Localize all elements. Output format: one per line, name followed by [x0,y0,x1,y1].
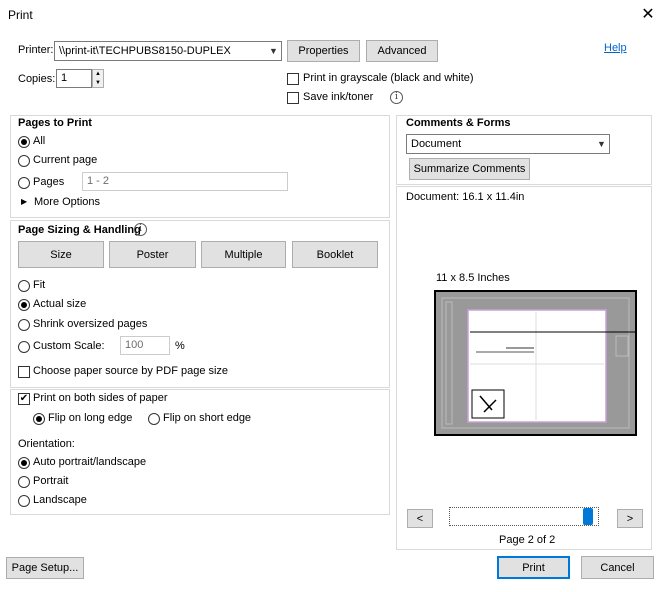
title-bar [0,0,661,30]
window-title: Print [8,8,33,22]
auto-orientation-label: Auto portrait/landscape [33,456,147,468]
portrait-label: Portrait [33,475,69,487]
both-sides-checkbox[interactable]: ✔ [18,393,30,405]
percent-label: % [175,340,185,352]
expand-arrow-icon[interactable]: ▶ [21,197,27,206]
landscape-label: Landscape [33,494,87,506]
page-preview [434,290,637,436]
short-edge-label: Flip on short edge [163,412,252,424]
document-size-label: Document: 16.1 x 11.4in [406,191,525,203]
close-icon[interactable]: ✕ [638,5,658,25]
portrait-radio[interactable] [18,476,30,488]
both-sides-label: Print on both sides of paper [33,392,168,404]
page-preview-graphic [441,297,635,429]
chevron-up-icon[interactable]: ▲ [93,70,103,79]
pages-range-label: Pages [33,176,65,188]
orientation-heading: Orientation: [18,438,75,450]
properties-button[interactable]: Properties [287,40,360,62]
tab-size[interactable]: Size [18,241,104,268]
printer-select-value: \\print-it\TECHPUBS8150-DUPLEX [59,45,231,57]
pages-range-radio[interactable] [18,177,30,189]
print-button[interactable]: Print [497,556,570,579]
tab-booklet[interactable]: Booklet [292,241,378,268]
copies-stepper[interactable]: ▲ ▼ [92,69,104,88]
landscape-radio[interactable] [18,495,30,507]
prev-page-button[interactable]: < [407,509,433,528]
pages-range-input[interactable]: 1 - 2 [82,172,288,191]
shrink-radio[interactable] [18,319,30,331]
paper-size-label: 11 x 8.5 Inches [436,272,510,284]
tab-multiple[interactable]: Multiple [201,241,286,268]
shrink-label: Shrink oversized pages [33,318,148,330]
help-link[interactable]: Help [604,42,627,54]
pages-all-radio[interactable] [18,136,30,148]
grayscale-checkbox[interactable] [287,73,299,85]
paper-source-label: Choose paper source by PDF page size [33,365,229,377]
page-setup-button[interactable]: Page Setup... [6,557,84,579]
pages-to-print-heading: Pages to Print [18,117,92,129]
advanced-button[interactable]: Advanced [366,40,438,62]
info-icon[interactable]: i [134,223,147,236]
save-ink-checkbox[interactable] [287,92,299,104]
comments-select[interactable]: Document ▼ [406,134,610,154]
comments-forms-heading: Comments & Forms [406,117,511,129]
current-page-radio[interactable] [18,155,30,167]
grayscale-label: Print in grayscale (black and white) [303,72,474,84]
long-edge-label: Flip on long edge [48,412,133,424]
custom-scale-radio[interactable] [18,341,30,353]
short-edge-radio[interactable] [148,413,160,425]
chevron-down-icon[interactable]: ▼ [93,79,103,88]
actual-size-label: Actual size [33,298,87,310]
summarize-comments-button[interactable]: Summarize Comments [409,158,530,180]
copies-label: Copies: [18,73,56,85]
fit-radio[interactable] [18,280,30,292]
page-sizing-heading: Page Sizing & Handling [18,224,141,236]
chevron-down-icon: ▼ [265,42,281,60]
pages-all-label: All [33,135,46,147]
page-slider-thumb[interactable] [583,508,593,525]
custom-scale-label: Custom Scale: [33,340,105,352]
page-indicator: Page 2 of 2 [499,534,556,546]
long-edge-radio[interactable] [33,413,45,425]
page-slider[interactable] [449,507,599,526]
more-options-link[interactable]: More Options [34,196,100,208]
auto-orientation-radio[interactable] [18,457,30,469]
copies-input[interactable]: 1 [56,69,92,88]
printer-select[interactable]: \\print-it\TECHPUBS8150-DUPLEX ▼ [54,41,282,61]
chevron-down-icon: ▼ [593,135,609,153]
paper-source-checkbox[interactable] [18,366,30,378]
next-page-button[interactable]: > [617,509,643,528]
comments-select-value: Document [411,138,462,150]
current-page-label: Current page [33,154,98,166]
actual-size-radio[interactable] [18,299,30,311]
save-ink-label: Save ink/toner [303,91,374,103]
fit-label: Fit [33,279,46,291]
custom-scale-input[interactable]: 100 [120,336,170,355]
tab-poster[interactable]: Poster [109,241,196,268]
cancel-button[interactable]: Cancel [581,556,654,579]
printer-label: Printer: [18,44,54,56]
info-icon[interactable]: i [390,91,403,104]
